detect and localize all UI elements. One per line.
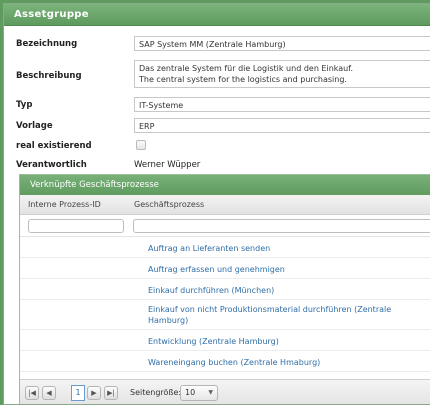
first-page-button[interactable]: |◀	[25, 386, 39, 400]
process-cell[interactable]: Wareneingang buchen (Zentrale Hmaburg)	[148, 357, 418, 368]
grid-header: Interne Prozess-ID Geschäftsprozess	[20, 195, 430, 215]
process-cell[interactable]: Entwicklung (Zentrale Hamburg)	[148, 336, 418, 347]
window-title: Assetgruppe	[4, 4, 430, 26]
filter-process-input[interactable]	[133, 219, 430, 233]
label-vorlage: Vorlage	[16, 121, 53, 131]
page-size-label: Seitengröße:	[130, 388, 182, 397]
typ-field[interactable]: IT-Systeme	[134, 97, 430, 112]
process-cell[interactable]: Auftrag erfassen und genehmigen	[148, 264, 418, 275]
page-size-value: 10	[185, 388, 196, 397]
label-bezeichnung: Bezeichnung	[16, 39, 78, 49]
process-cell[interactable]: Einkauf durchführen (München)	[148, 285, 418, 296]
prev-page-button[interactable]: ◀	[42, 386, 56, 400]
label-typ: Typ	[16, 100, 33, 110]
page-size-select[interactable]: 10 ▼	[180, 385, 218, 401]
last-page-button[interactable]: ▶|	[104, 386, 118, 400]
table-row[interactable]: Auftrag erfassen und genehmigen	[20, 258, 430, 279]
filter-row	[20, 215, 430, 237]
table-row[interactable]: Wareneingang buchen (Zentrale Hmaburg)	[20, 351, 430, 372]
column-header-id[interactable]: Interne Prozess-ID	[28, 200, 101, 209]
current-page-input[interactable]: 1	[71, 385, 85, 401]
beschreibung-field[interactable]: Das zentrale System für die Logistik und…	[134, 60, 430, 88]
chevron-down-icon: ▼	[208, 389, 213, 396]
asset-form: Bezeichnung SAP System MM (Zentrale Hamb…	[4, 26, 430, 176]
label-beschreibung: Beschreibung	[16, 71, 82, 81]
linked-processes-grid: Verknüpfte Geschäftsprozesse Interne Pro…	[19, 174, 430, 404]
process-cell[interactable]: Auftrag an Lieferanten senden	[148, 243, 418, 254]
grid-title: Verknüpfte Geschäftsprozesse	[20, 175, 430, 195]
filter-id-input[interactable]	[28, 219, 124, 233]
beschreibung-line-1: Das zentrale System für die Logistik und…	[139, 64, 354, 73]
grid-pager: |◀ ◀ 1 ▶ ▶| Seitengröße: 10 ▼	[20, 379, 430, 404]
process-cell[interactable]: Einkauf von nicht Produktionsmaterial du…	[148, 304, 418, 326]
beschreibung-line-2: The central system for the logistics and…	[139, 75, 347, 84]
table-row[interactable]: Entwicklung (Zentrale Hamburg)	[20, 330, 430, 351]
table-row[interactable]: Auftrag an Lieferanten senden	[20, 237, 430, 258]
next-page-button[interactable]: ▶	[87, 386, 101, 400]
column-header-process[interactable]: Geschäftsprozess	[134, 200, 204, 209]
real-existierend-checkbox[interactable]	[136, 140, 146, 150]
grid-left-margin	[4, 174, 19, 404]
asset-group-window: Assetgruppe Bezeichnung SAP System MM (Z…	[3, 3, 430, 405]
table-row[interactable]: Einkauf von nicht Produktionsmaterial du…	[20, 300, 430, 330]
table-row[interactable]: Einkauf durchführen (München)	[20, 279, 430, 300]
label-real-existierend: real existierend	[16, 141, 92, 151]
label-verantwortlich: Verantwortlich	[16, 160, 87, 170]
verantwortlich-value: Werner Wüpper	[134, 160, 201, 170]
vorlage-field[interactable]: ERP	[134, 118, 430, 133]
bezeichnung-field[interactable]: SAP System MM (Zentrale Hamburg)	[134, 36, 430, 51]
